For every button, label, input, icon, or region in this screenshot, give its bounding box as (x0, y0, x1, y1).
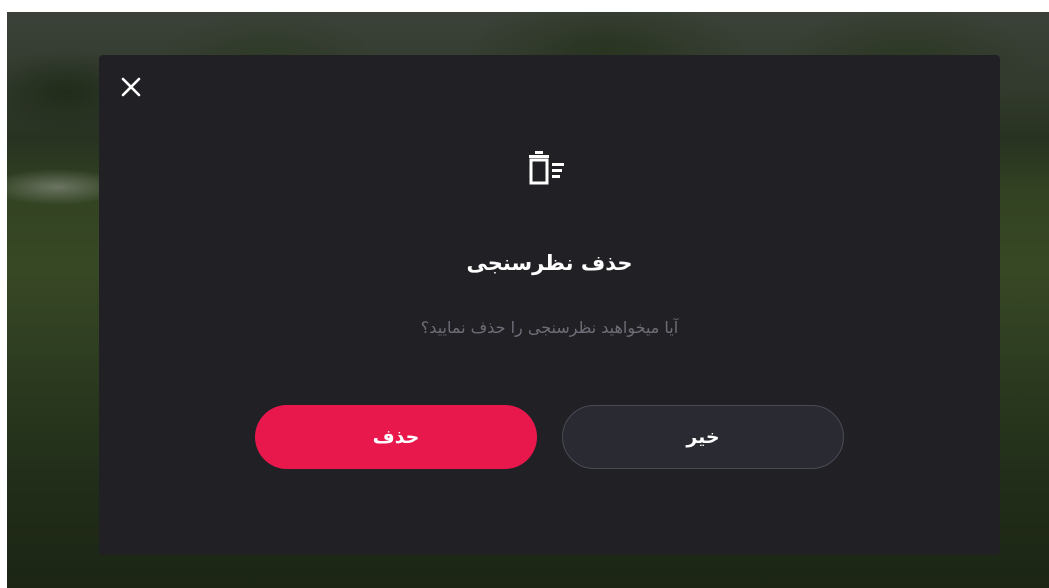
cancel-button-label: خیر (686, 426, 720, 448)
delete-button[interactable]: حذف (255, 405, 537, 469)
dialog-title: حذف نظرسنجی (466, 251, 633, 275)
close-button[interactable] (119, 75, 145, 101)
cancel-button[interactable]: خیر (562, 405, 844, 469)
dialog-message: آیا میخواهید نظرسنجی را حذف نمایید؟ (420, 318, 679, 337)
trash-list-icon (526, 151, 572, 191)
delete-button-label: حذف (372, 426, 420, 448)
close-icon (121, 77, 141, 97)
delete-poll-dialog: حذف نظرسنجی آیا میخواهید نظرسنجی را حذف … (99, 55, 1000, 555)
